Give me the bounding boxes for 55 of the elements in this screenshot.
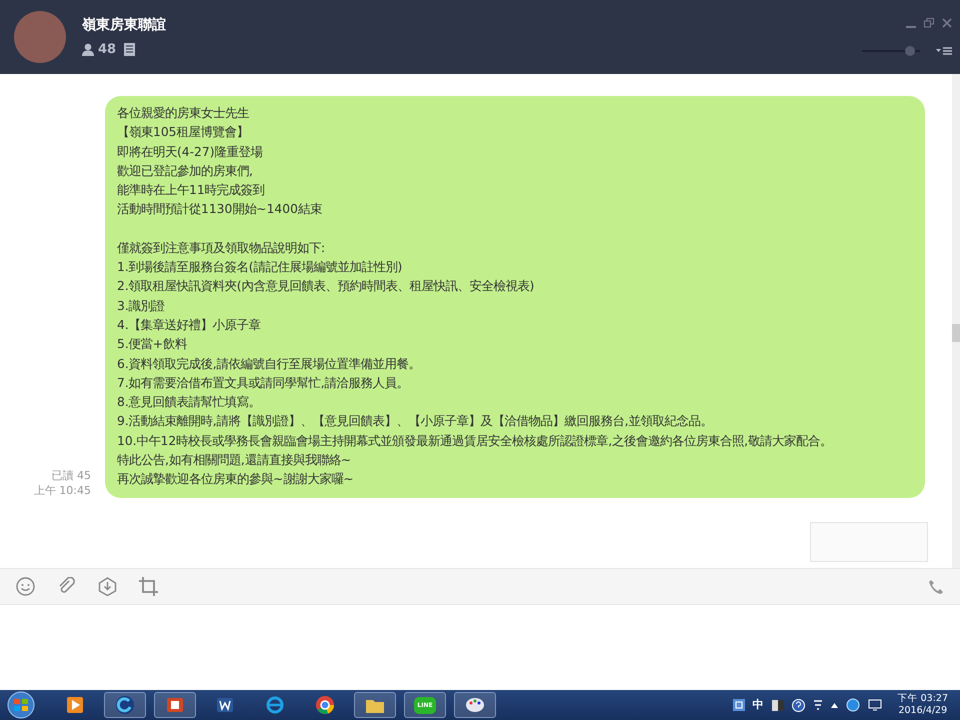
group-photo-placeholder [14,11,66,63]
close-icon[interactable] [942,18,952,28]
phone-icon[interactable] [928,578,944,594]
taskbar-app-button[interactable] [154,692,196,718]
refresh-icon[interactable] [115,695,135,715]
message-line: 特此公告,如有相關問題,還請直接與我聯絡~ [117,452,352,470]
message-line: 各位親愛的房東女士先生 [117,105,250,122]
caret-icon[interactable] [830,702,838,708]
message-line: 8.意見回饋表請幫忙填寫。 [117,394,262,412]
wheel-icon[interactable] [315,695,335,715]
message-line: 即將在明天(4-27)隆重登場 [117,144,264,161]
play-icon[interactable] [65,695,85,715]
chat-title: 嶺東房東聯誼 [82,16,166,35]
keyboard-icon[interactable] [732,699,745,711]
message-line: 【嶺東105租屋博覽會】 [117,124,250,142]
tray-icon[interactable] [772,700,784,710]
message-line: 7.如有需要洽借布置文具或請同學幫忙,請洽服務人員。 [117,374,410,392]
palette-icon[interactable] [465,695,485,715]
menu-icon[interactable] [936,47,952,55]
network-icon[interactable] [812,699,823,711]
monitor-icon[interactable] [868,699,882,711]
download-icon[interactable] [98,577,117,596]
message-line: 6.資料領取完成後,請依編號自行至展場位置準備並用餐。 [117,356,422,373]
volume-slider[interactable] [862,46,920,56]
message-line: 能準時在上午11時完成簽到 [117,182,266,200]
notes-icon[interactable] [124,43,136,56]
clock-date[interactable]: 2016/4/29 [898,705,948,717]
clock-time[interactable]: 下午 03:27 [898,693,948,705]
message-line: 9.活動結束離開時,請將【識別證】、【意見回饋表】、【小原子章】及【洽借物品】繳回服務台,並領取紀念品。 [117,413,714,430]
help-icon[interactable] [792,698,805,712]
person-icon[interactable] [82,43,94,56]
message-line: 3.識別證 [117,298,166,315]
crop-icon[interactable] [139,577,158,596]
message-line: 活動時間預計從1130開始~1400結束 [117,201,323,218]
message-line: 僅就簽到注意事項及領取物品說明如下: [117,240,326,257]
message-line: 2.領取租屋快訊資料夾(內含意見回饋表、預約時間表、租屋快訊、安全檢視表) [117,278,536,296]
globe-icon[interactable] [846,698,860,712]
read-receipt: 已讀 45 [50,468,91,483]
ime-indicator[interactable]: 中 [752,696,764,714]
message-line: 再次誠摯歡迎各位房東的參與~謝謝大家囉~ [117,471,355,488]
restore-icon[interactable] [924,18,934,28]
message-line: 5.便當+飲料 [117,336,188,354]
slides-icon[interactable] [165,695,185,715]
image-thumbnail[interactable] [810,522,928,562]
message-line: 1.到場後請至服務台簽名(請記住展場編號並加註性別) [117,259,404,276]
document-icon[interactable] [215,695,235,715]
message-line: 4.【集章送好禮】小原子章 [117,316,262,334]
scrollbar[interactable] [952,74,960,568]
browser-icon[interactable] [265,695,285,715]
taskbar-app-button[interactable] [454,692,496,718]
emoji-icon[interactable] [16,577,35,596]
message-line: 10.中午12時校長或學務長會親臨會場主持開幕式並頒發最新通過賃居安全檢核處所認證標章,之後會邀約各位房東合照,敬請大家配合。 [117,432,834,450]
message-line: 歡迎已登記參加的房東們, [117,162,254,180]
member-count: 48 [98,40,116,59]
message-time: 上午 10:45 [32,482,91,498]
